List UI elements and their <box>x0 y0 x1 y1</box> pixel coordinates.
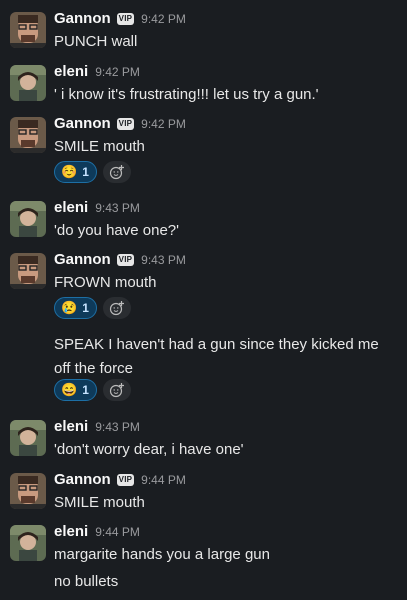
vip-badge: VIP <box>116 117 135 130</box>
timestamp[interactable]: 9:44 PM <box>141 473 186 487</box>
message-text: SMILE mouth <box>54 494 145 511</box>
reaction-pill[interactable]: 😢 1 <box>54 297 97 319</box>
message-text-continued: SPEAK I haven't had a gun since they kic… <box>54 336 383 377</box>
author-name[interactable]: eleni <box>54 418 88 435</box>
author-name[interactable]: eleni <box>54 523 88 540</box>
message-text-continued: no bullets <box>54 573 119 590</box>
vip-badge: VIP <box>116 253 135 266</box>
reaction-count: 1 <box>82 301 89 315</box>
message-text: SMILE mouth <box>54 138 145 155</box>
reaction-emoji: ☺️ <box>61 164 78 179</box>
avatar-gannon[interactable] <box>10 473 46 509</box>
reaction-emoji: 😢 <box>61 300 78 315</box>
reactions-row: 😄 1 <box>54 379 131 401</box>
reaction-count: 1 <box>82 383 89 397</box>
message-text: FROWN mouth <box>54 274 157 291</box>
vip-badge: VIP <box>116 12 135 25</box>
avatar-eleni[interactable] <box>10 420 46 456</box>
reaction-count: 1 <box>82 165 89 179</box>
author-name[interactable]: Gannon <box>54 471 111 488</box>
reactions-row: ☺️ 1 <box>54 161 131 183</box>
reaction-emoji: 😄 <box>61 382 78 397</box>
author-name[interactable]: Gannon <box>54 251 111 268</box>
message-text: PUNCH wall <box>54 33 138 50</box>
avatar-eleni[interactable] <box>10 525 46 561</box>
reactions-row: 😢 1 <box>54 297 131 319</box>
author-name[interactable]: eleni <box>54 63 88 80</box>
avatar-eleni[interactable] <box>10 65 46 101</box>
reaction-pill[interactable]: ☺️ 1 <box>54 161 97 183</box>
author-name[interactable]: eleni <box>54 199 88 216</box>
add-reaction-button[interactable] <box>102 161 131 183</box>
avatar-gannon[interactable] <box>10 12 46 48</box>
add-reaction-button[interactable] <box>102 297 131 319</box>
timestamp[interactable]: 9:42 PM <box>141 12 186 26</box>
timestamp[interactable]: 9:44 PM <box>95 525 140 539</box>
add-reaction-icon <box>109 165 124 180</box>
message-text: 'do you have one?' <box>54 222 179 239</box>
timestamp[interactable]: 9:42 PM <box>141 117 186 131</box>
vip-badge: VIP <box>116 473 135 486</box>
reaction-pill[interactable]: 😄 1 <box>54 379 97 401</box>
timestamp[interactable]: 9:43 PM <box>141 253 186 267</box>
avatar-gannon[interactable] <box>10 117 46 153</box>
message-text: ' i know it's frustrating!!! let us try … <box>54 86 319 103</box>
author-name[interactable]: Gannon <box>54 10 111 27</box>
author-name[interactable]: Gannon <box>54 115 111 132</box>
avatar-gannon[interactable] <box>10 253 46 289</box>
timestamp[interactable]: 9:43 PM <box>95 201 140 215</box>
add-reaction-icon <box>109 383 124 398</box>
avatar-eleni[interactable] <box>10 201 46 237</box>
timestamp[interactable]: 9:42 PM <box>95 65 140 79</box>
message-text: margarite hands you a large gun <box>54 546 270 563</box>
add-reaction-icon <box>109 301 124 316</box>
timestamp[interactable]: 9:43 PM <box>95 420 140 434</box>
message-text: 'don't worry dear, i have one' <box>54 441 244 458</box>
add-reaction-button[interactable] <box>102 379 131 401</box>
